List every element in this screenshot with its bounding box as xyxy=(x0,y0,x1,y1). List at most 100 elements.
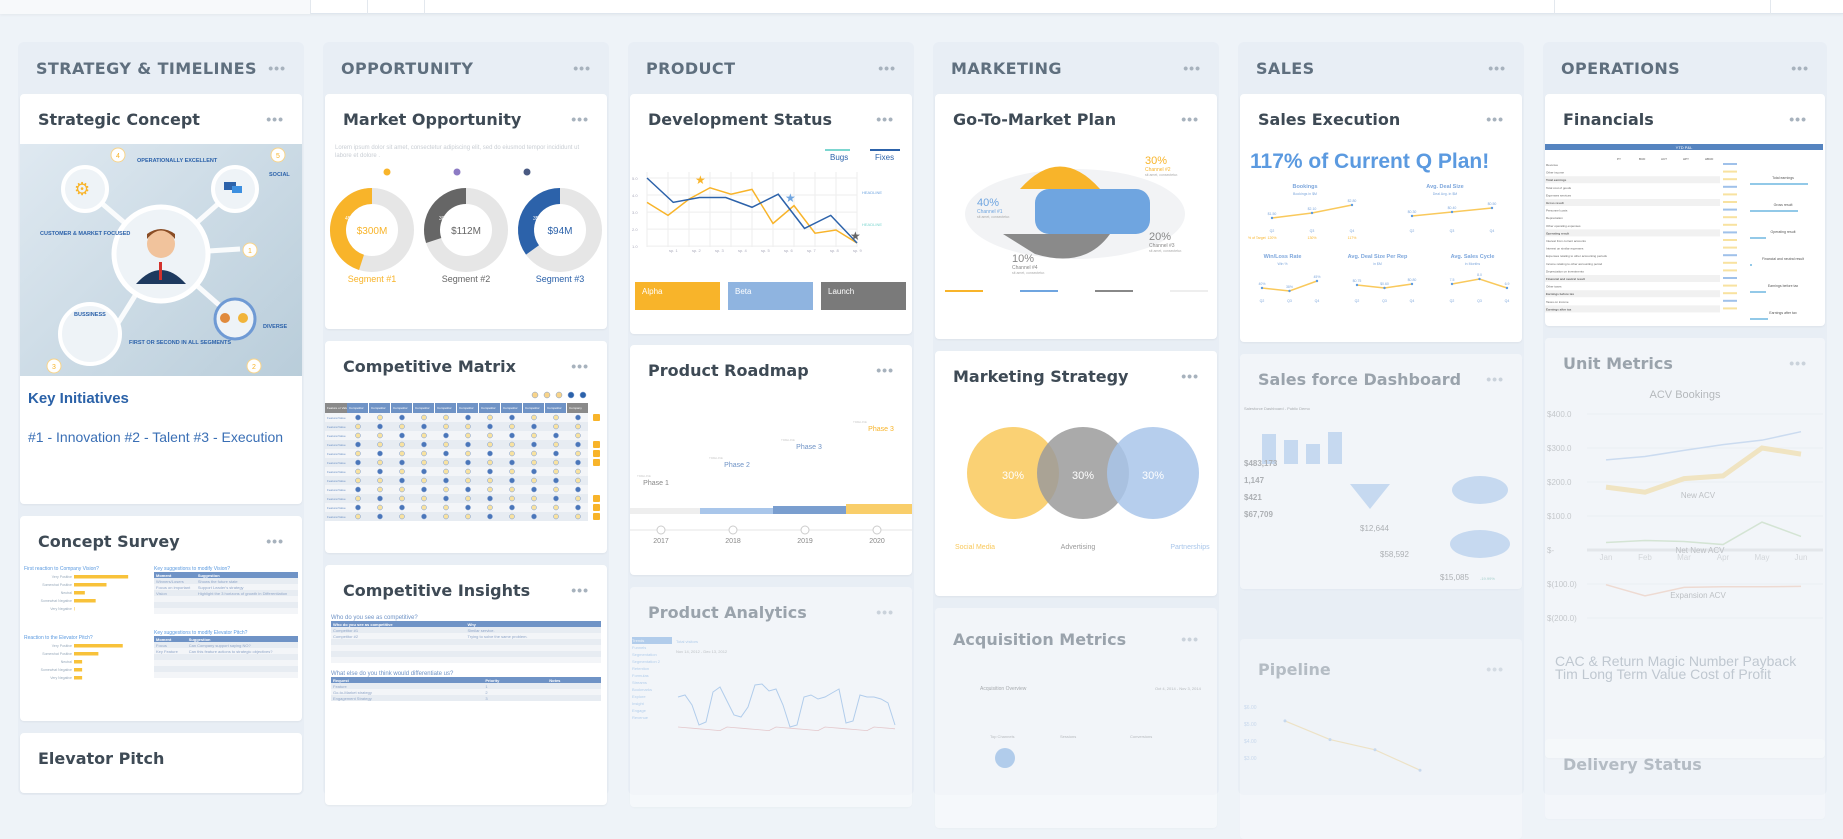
card-menu-icon[interactable]: ••• xyxy=(876,604,894,620)
pitch-suggestions-table: MomentSuggestionFocusCan Company support… xyxy=(154,636,298,678)
column-title: PRODUCT xyxy=(646,59,735,78)
toolbar-button[interactable] xyxy=(1770,0,1843,14)
competitor-label: Competitor xyxy=(437,406,452,410)
card-strategic-concept[interactable]: Strategic Concept••• ⚙ xyxy=(20,94,302,504)
card-go-to-market[interactable]: Go-To-Market Plan••• 40%Channel #1sit am… xyxy=(935,94,1217,339)
card-competitive-insights[interactable]: Competitive Insights••• Who do you see a… xyxy=(325,565,607,805)
card-concept-survey[interactable]: Concept Survey••• First reaction to Comp… xyxy=(20,516,302,721)
harvey-ball xyxy=(378,496,383,501)
harvey-ball xyxy=(532,496,537,501)
analytics-nav-item[interactable]: Insight xyxy=(632,700,672,707)
analytics-nav-item[interactable]: Bookmarks xyxy=(632,686,672,693)
card-menu-icon[interactable]: ••• xyxy=(266,533,284,549)
card-menu-icon[interactable]: ••• xyxy=(1486,371,1504,387)
card-product-roadmap[interactable]: Product Roadmap••• 2017Phase 1TIMELINE20… xyxy=(630,345,912,575)
card-menu-icon[interactable]: ••• xyxy=(571,111,589,127)
y-tick-label: $4.00 xyxy=(1244,739,1257,745)
harvey-ball xyxy=(510,514,515,519)
card-competitive-matrix[interactable]: Competitive Matrix••• Feature or ValueCo… xyxy=(325,341,607,553)
salesforce-dashboard-preview: Salesforce Dashboard - Public Demo$483,1… xyxy=(1240,404,1522,589)
card-menu-icon[interactable]: ••• xyxy=(1486,661,1504,677)
y-tick-label: $400.0 xyxy=(1547,410,1572,419)
analytics-nav-item[interactable]: Trends xyxy=(632,637,672,644)
col-header: ACT xyxy=(1661,157,1667,161)
competitive-matrix-table: Feature or ValueCompetitorCompetitorComp… xyxy=(325,391,607,551)
toolbar-button[interactable] xyxy=(367,0,424,14)
harvey-ball xyxy=(378,505,383,510)
harvey-ball xyxy=(378,487,383,492)
mini-chart-line xyxy=(1452,279,1507,288)
column-menu-icon[interactable]: ••• xyxy=(268,60,286,76)
column-menu-icon[interactable]: ••• xyxy=(1488,60,1506,76)
competitor-label: Competitor xyxy=(415,406,430,410)
mini-chart-value: $0.80 xyxy=(1408,278,1417,282)
mini-chart-point xyxy=(1491,207,1493,209)
column-title: OPERATIONS xyxy=(1561,59,1680,78)
harvey-ball xyxy=(356,460,361,465)
analytics-nav-item[interactable]: Engage xyxy=(632,707,672,714)
mini-chart-title: Bookings xyxy=(1292,184,1317,190)
sparkline xyxy=(1723,262,1737,264)
toolbar-search-area[interactable] xyxy=(424,0,1554,14)
column-menu-icon[interactable]: ••• xyxy=(1791,60,1809,76)
analytics-nav-item[interactable]: Retention xyxy=(632,665,672,672)
survey-category-label: Neutral xyxy=(61,591,73,595)
harvey-ball xyxy=(378,460,383,465)
harvey-ball xyxy=(532,433,537,438)
analytics-nav-item[interactable]: Revenue xyxy=(632,714,672,721)
column-menu-icon[interactable]: ••• xyxy=(878,60,896,76)
column-title: SALES xyxy=(1256,59,1315,78)
card-menu-icon[interactable]: ••• xyxy=(1789,355,1807,371)
analytics-nav-item[interactable]: Streams xyxy=(632,679,672,686)
card-marketing-strategy[interactable]: Marketing Strategy••• 30%Social Media30%… xyxy=(935,351,1217,596)
harvey-ball xyxy=(444,505,449,510)
survey-category-label: Somewhat Positive xyxy=(42,652,72,656)
card-menu-icon[interactable]: ••• xyxy=(1789,111,1807,127)
card-product-analytics[interactable]: Product Analytics••• TrendsFunnelsSegmen… xyxy=(630,587,912,807)
card-menu-icon[interactable]: ••• xyxy=(266,111,284,127)
column-menu-icon[interactable]: ••• xyxy=(573,60,591,76)
segment-pct: 45% xyxy=(345,216,356,222)
mini-chart-x: Q4 xyxy=(1350,229,1355,233)
card-menu-icon[interactable]: ••• xyxy=(1181,368,1199,384)
card-unit-metrics[interactable]: Unit Metrics••• ACV Bookings$400.0$300.0… xyxy=(1545,338,1825,758)
mini-chart-title: Avg. Sales Cycle xyxy=(1451,254,1495,260)
card-sales-execution[interactable]: Sales Execution••• 117% of Current Q Pla… xyxy=(1240,94,1522,342)
sparkline xyxy=(1723,224,1737,226)
harvey-ball xyxy=(422,460,427,465)
card-salesforce-dashboard[interactable]: Sales force Dashboard••• Salesforce Dash… xyxy=(1240,354,1522,589)
card-menu-icon[interactable]: ••• xyxy=(876,362,894,378)
analytics-nav-item[interactable]: Segmentation xyxy=(632,651,672,658)
card-financials[interactable]: Financials••• YTD P&LPYBUDACTΔPYΔBUDReve… xyxy=(1545,94,1825,326)
mini-chart-x: Q2 xyxy=(1410,229,1415,233)
analytics-nav-item[interactable]: Funnels xyxy=(632,644,672,651)
toolbar-user-area[interactable] xyxy=(1554,0,1770,14)
sparkline xyxy=(1723,171,1737,173)
card-pipeline[interactable]: Pipeline••• $6.00$5.00$4.00$3.00 xyxy=(1240,639,1522,839)
x-tick-label: sp. 8 xyxy=(830,248,839,253)
card-menu-icon[interactable]: ••• xyxy=(571,358,589,374)
card-menu-icon[interactable]: ••• xyxy=(1486,111,1504,127)
card-delivery-status[interactable]: Delivery Status xyxy=(1545,739,1825,819)
svg-text:3: 3 xyxy=(52,364,56,371)
harvey-ball xyxy=(466,442,471,447)
card-menu-icon[interactable]: ••• xyxy=(1181,631,1199,647)
card-menu-icon[interactable]: ••• xyxy=(876,111,894,127)
toolbar-button[interactable] xyxy=(310,0,367,14)
matrix-row xyxy=(325,440,588,449)
analytics-nav-item[interactable]: Explore xyxy=(632,693,672,700)
card-development-status[interactable]: Development Status••• BugsFixes5.04.03.0… xyxy=(630,94,912,334)
column-menu-icon[interactable]: ••• xyxy=(1183,60,1201,76)
harvey-ball xyxy=(378,424,383,429)
card-menu-icon[interactable]: ••• xyxy=(571,582,589,598)
harvey-ball xyxy=(532,514,537,519)
analytics-nav-item[interactable]: Segmentation 2 xyxy=(632,658,672,665)
y-tick-label: 4.0 xyxy=(632,193,638,198)
analytics-nav-item[interactable]: Formulas xyxy=(632,672,672,679)
harvey-ball xyxy=(554,469,559,474)
card-market-opportunity[interactable]: Market Opportunity••• Lorem ipsum dolor … xyxy=(325,94,607,329)
card-acquisition-metrics[interactable]: Acquisition Metrics••• Acquisition Overv… xyxy=(935,608,1217,828)
card-elevator-pitch[interactable]: Elevator Pitch xyxy=(20,733,302,793)
segment-donuts: $300MSegment #145%$112MSegment #230%$94M… xyxy=(325,160,607,320)
card-menu-icon[interactable]: ••• xyxy=(1181,111,1199,127)
